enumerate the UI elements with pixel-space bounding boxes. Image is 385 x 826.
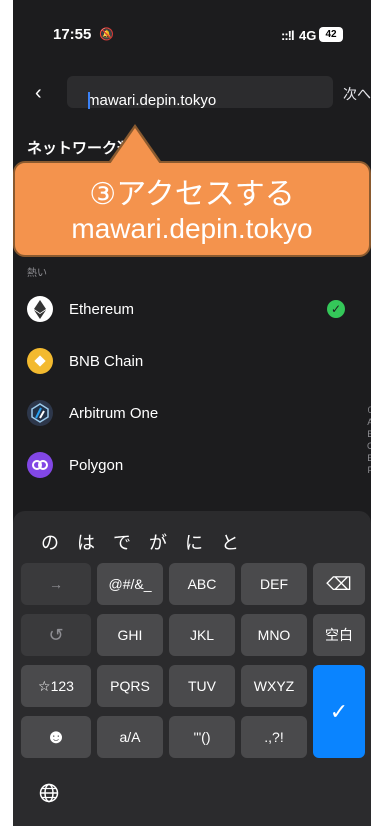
mno-key[interactable]: MNO: [241, 614, 307, 656]
polygon-icon: [27, 452, 53, 478]
number-key[interactable]: ☆123: [21, 665, 91, 707]
list-item[interactable]: Arbitrum One: [13, 394, 371, 434]
suggestion[interactable]: と: [221, 533, 239, 553]
url-text: mawari.depin.tokyo: [87, 92, 217, 109]
list-item[interactable]: BNB Chain: [13, 342, 371, 382]
pqrs-key[interactable]: PQRS: [97, 665, 163, 707]
back-chevron-icon[interactable]: ‹: [35, 82, 42, 105]
bell-slash-icon: 🔕: [99, 27, 114, 41]
list-item[interactable]: Polygon: [13, 446, 371, 486]
undo-key[interactable]: ↺: [21, 614, 91, 656]
phone-screen: 17:55 🔕 ::!l 4G 42 ‹ mawari.depin.tokyo …: [13, 0, 371, 826]
network-name: Arbitrum One: [69, 405, 159, 422]
index-letter[interactable]: F: [367, 464, 372, 476]
case-key[interactable]: a/A: [97, 716, 163, 758]
bnb-icon: [27, 348, 53, 374]
suggestion[interactable]: の: [41, 533, 59, 553]
suggestion[interactable]: は: [77, 533, 95, 553]
space-key[interactable]: 空白: [313, 614, 365, 656]
index-letter[interactable]: 0: [367, 404, 371, 416]
network-name: BNB Chain: [69, 353, 144, 370]
punctuation-key[interactable]: .,?!: [241, 716, 307, 758]
ethereum-icon: [27, 296, 53, 322]
battery-icon: 42: [319, 27, 343, 42]
arrow-key[interactable]: →: [21, 563, 91, 605]
status-time: 17:55: [53, 26, 92, 43]
suggestion[interactable]: に: [185, 533, 203, 553]
punctuation-key[interactable]: '"(): [169, 716, 235, 758]
network-name: Polygon: [69, 457, 124, 474]
index-scrubber[interactable]: 0 A B C E F: [367, 404, 371, 476]
def-key[interactable]: DEF: [241, 563, 307, 605]
top-bar: ‹ mawari.depin.tokyo 次へ: [13, 76, 371, 112]
index-letter[interactable]: E: [367, 452, 371, 464]
symbol-key[interactable]: @#/&_: [97, 563, 163, 605]
suggestion[interactable]: で: [113, 533, 131, 553]
status-bar: 17:55 🔕 ::!l 4G 42: [13, 0, 371, 62]
index-letter[interactable]: A: [367, 416, 371, 428]
arbitrum-icon: [27, 400, 53, 426]
emoji-key[interactable]: ☻: [21, 716, 91, 758]
abc-key[interactable]: ABC: [169, 563, 235, 605]
callout-tail: [110, 128, 160, 164]
suggestion-bar: のはでがにと: [41, 529, 257, 555]
callout-line2: mawari.depin.tokyo: [71, 213, 313, 244]
next-button[interactable]: 次へ: [343, 84, 371, 104]
search-input[interactable]: mawari.depin.tokyo: [67, 76, 333, 109]
index-letter[interactable]: B: [367, 428, 371, 440]
index-letter[interactable]: C: [367, 440, 371, 452]
enter-key[interactable]: ✓: [313, 665, 365, 758]
jkl-key[interactable]: JKL: [169, 614, 235, 656]
globe-icon[interactable]: [39, 783, 59, 809]
signal-icon: ::!l: [281, 28, 295, 43]
network-name: Ethereum: [69, 301, 135, 318]
wxyz-key[interactable]: WXYZ: [241, 665, 307, 707]
tuv-key[interactable]: TUV: [169, 665, 235, 707]
check-icon: ✓: [327, 300, 345, 318]
text-cursor: [88, 92, 90, 109]
annotation-callout: ③アクセスする mawari.depin.tokyo: [13, 161, 371, 257]
network-type: 4G: [299, 28, 317, 43]
ghi-key[interactable]: GHI: [97, 614, 163, 656]
suggestion[interactable]: が: [149, 533, 167, 553]
list-item[interactable]: Ethereum ✓: [13, 290, 371, 330]
callout-line1: ③アクセスする: [89, 178, 295, 211]
keyboard: のはでがにと → @#/&_ ABC DEF ⌫ ↺ GHI JKL MNO 空…: [13, 511, 371, 826]
backspace-key[interactable]: ⌫: [313, 563, 365, 605]
hot-label: 熱い: [27, 268, 47, 279]
